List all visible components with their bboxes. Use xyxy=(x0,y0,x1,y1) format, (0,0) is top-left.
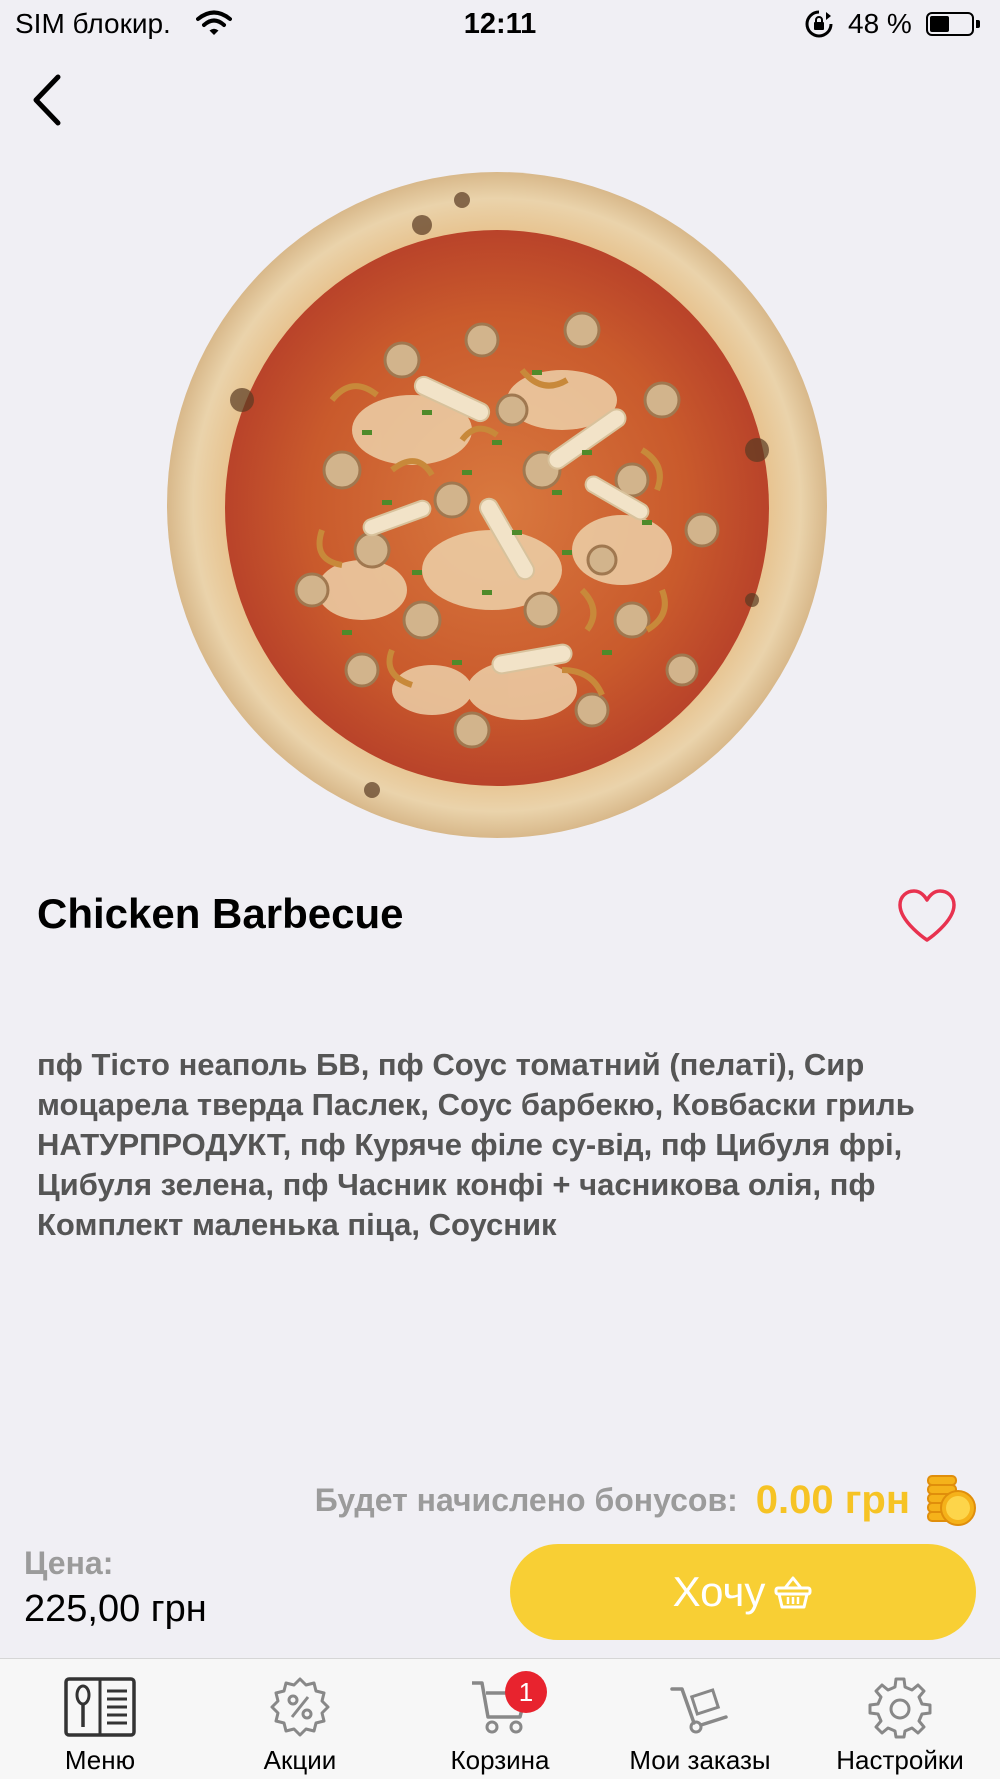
price-value: 225,00 грн xyxy=(24,1588,207,1630)
coins-icon xyxy=(927,1475,976,1526)
discount-gear-icon xyxy=(270,1677,330,1737)
rotation-lock-icon xyxy=(805,10,833,38)
favorite-button[interactable] xyxy=(896,888,958,944)
tab-bar: Меню Акции 1 Корзина Мои заказы Настройк… xyxy=(0,1658,1000,1779)
back-button[interactable] xyxy=(22,70,72,130)
bonus-label: Будет начислено бонусов: xyxy=(314,1481,738,1518)
tab-menu[interactable]: Меню xyxy=(0,1659,200,1779)
bonus-value: 0.00 грн xyxy=(755,1477,910,1522)
basket-icon xyxy=(774,1576,812,1609)
price-label: Цена: xyxy=(24,1545,114,1581)
tab-cart[interactable]: 1 Корзина xyxy=(400,1659,600,1779)
chevron-left-icon xyxy=(33,74,61,126)
gear-icon xyxy=(868,1677,932,1739)
tab-my-orders[interactable]: Мои заказы xyxy=(600,1659,800,1779)
product-description: пф Тісто неаполь БВ, пф Соус томатний (п… xyxy=(37,1047,915,1242)
tab-promotions[interactable]: Акции xyxy=(200,1659,400,1779)
battery-percent: 48 % xyxy=(848,8,912,39)
hand-truck-icon xyxy=(670,1687,728,1734)
tab-settings-label: Настройки xyxy=(836,1745,964,1775)
menu-book-icon xyxy=(64,1677,136,1737)
cart-badge: 1 xyxy=(505,1671,547,1713)
add-to-cart-button[interactable]: Хочу xyxy=(510,1544,976,1640)
status-bar: SIM блокир. 12:11 48 % xyxy=(0,0,1000,50)
battery-icon xyxy=(926,12,980,36)
tab-settings[interactable]: Настройки xyxy=(800,1659,1000,1779)
add-to-cart-label: Хочу xyxy=(672,1568,766,1615)
tab-cart-label: Корзина xyxy=(450,1745,550,1775)
tab-promotions-label: Акции xyxy=(263,1745,337,1775)
tab-my-orders-label: Мои заказы xyxy=(629,1745,771,1775)
tab-menu-label: Меню xyxy=(64,1745,136,1775)
product-image xyxy=(167,172,827,838)
heart-icon xyxy=(898,889,956,942)
product-title: Chicken Barbecue xyxy=(37,890,404,937)
bonus-row: Будет начислено бонусов: 0.00 грн xyxy=(315,1470,978,1530)
